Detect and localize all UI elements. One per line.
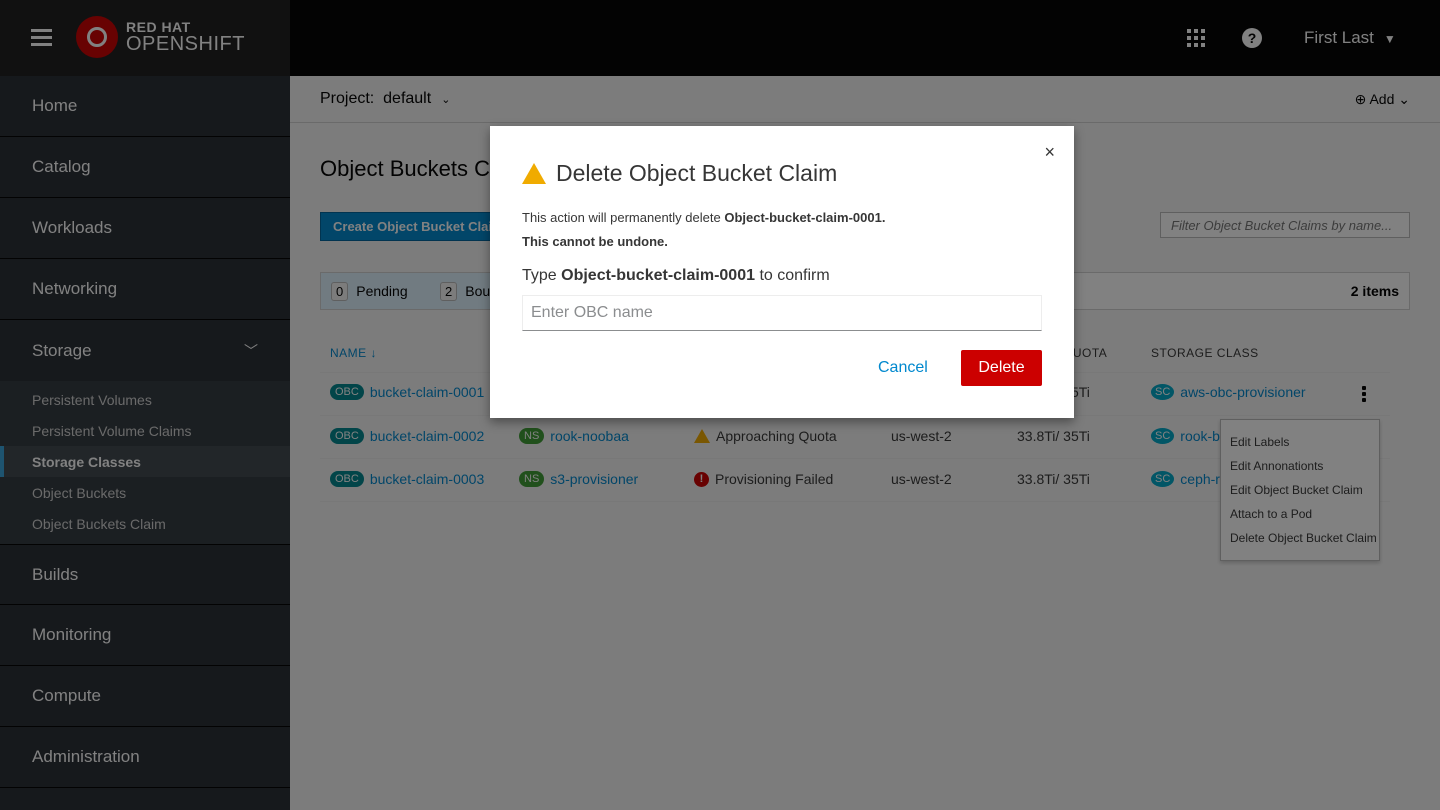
modal-message: This action will permanently delete Obje… — [522, 210, 886, 249]
cancel-button[interactable]: Cancel — [878, 359, 928, 377]
delete-button[interactable]: Delete — [961, 350, 1042, 386]
obc-name-input[interactable] — [522, 295, 1042, 331]
confirm-label: Type Object-bucket-claim-0001 to confirm — [522, 267, 830, 284]
warning-icon — [522, 163, 546, 184]
modal-title: Delete Object Bucket Claim — [522, 160, 837, 187]
delete-obc-modal: × Delete Object Bucket Claim This action… — [490, 126, 1074, 418]
close-icon[interactable]: × — [1044, 142, 1055, 163]
